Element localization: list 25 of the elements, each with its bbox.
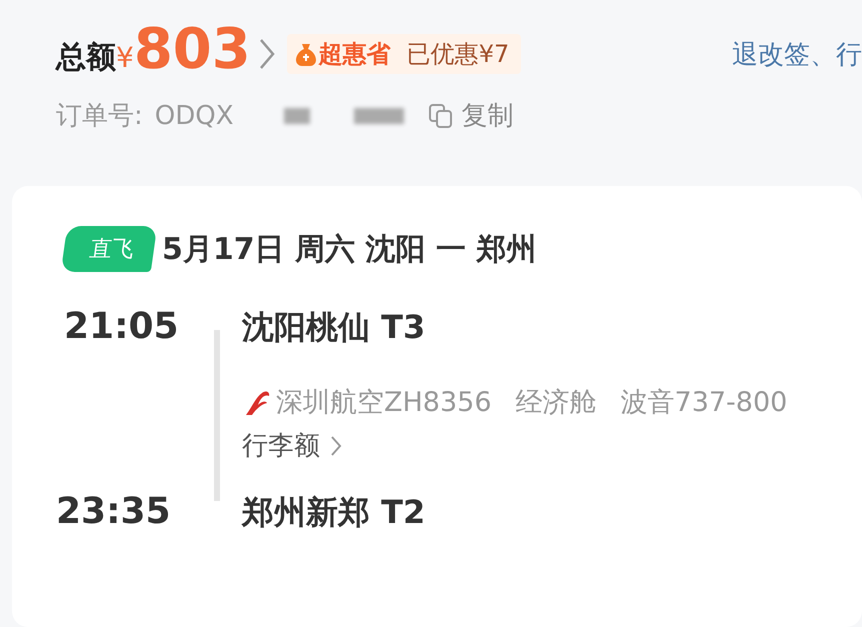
direct-flight-tag: 直飞	[60, 226, 158, 272]
flight-detail: 经济舱	[516, 386, 597, 420]
chevron-icon	[330, 434, 342, 456]
chevron-icon[interactable]	[258, 38, 275, 70]
flight-date-route: 5月17日 周六 沈阳 一 郑州	[162, 230, 536, 268]
total-label: 总额	[56, 38, 116, 76]
copy-icon	[428, 102, 454, 128]
arrival-time: 23:35	[56, 491, 172, 534]
flight-detail: 波音737-800	[620, 386, 788, 420]
redaction-blur	[354, 108, 404, 124]
discount-text: 已优惠¥7	[406, 39, 510, 70]
arrival-airport: 郑州新郑 T2	[242, 492, 426, 533]
money-bag-icon	[294, 42, 317, 66]
refund-change-link[interactable]: 退改签、行	[732, 36, 862, 72]
order-number: ODQX	[154, 100, 234, 130]
flight-detail: 深圳航空ZH8356	[276, 386, 492, 420]
order-number-label: 订单号:	[56, 100, 143, 133]
departure-airport: 沈阳桃仙 T3	[242, 307, 426, 348]
total-amount: 803	[134, 22, 251, 78]
promo-label: 超惠省	[294, 38, 391, 70]
copy-button[interactable]: 复制	[428, 98, 514, 133]
departure-time: 21:05	[64, 306, 180, 349]
currency-sign: ¥	[116, 40, 134, 74]
redaction-blur	[284, 108, 310, 124]
baggage-link[interactable]: 行李额	[242, 428, 342, 463]
